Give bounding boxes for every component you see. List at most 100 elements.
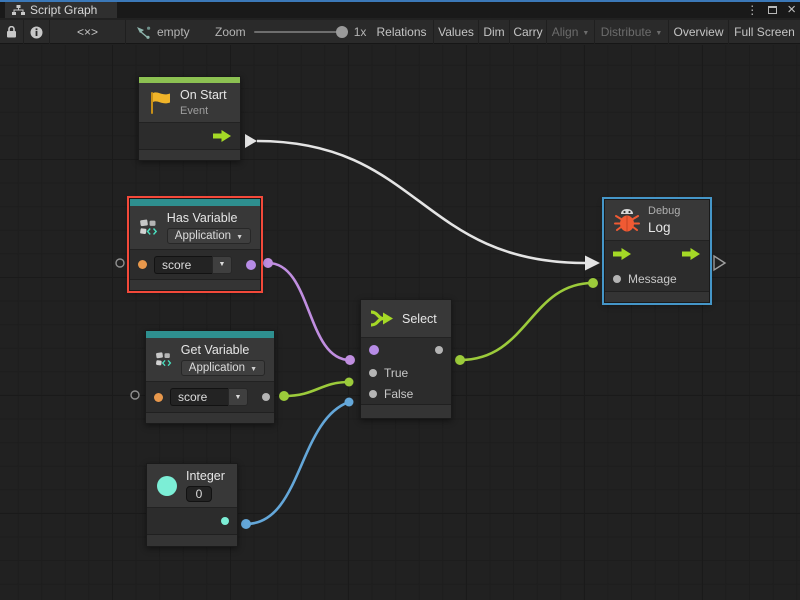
node-color-bar [130,199,260,206]
variable-name-field-group: score ▼ [170,388,248,406]
node-integer[interactable]: Integer 0 [146,463,238,547]
port-label: False [384,387,413,401]
brackets-icon: <×> [77,25,98,39]
result-output-port[interactable] [246,260,256,270]
false-input-port[interactable] [369,390,377,398]
close-icon[interactable]: × [787,3,796,17]
carry-label: Carry [513,25,542,39]
node-footer [139,149,240,160]
align-dropdown-icon: ▼ [582,30,589,37]
flow-input-port[interactable] [613,248,632,260]
overview-button[interactable]: Overview [669,20,729,44]
toolbar: <×> empty Zoom 1x Relations Values Dim [0,20,800,44]
flag-icon [148,90,172,116]
distribute-dropdown-icon: ▼ [655,30,662,37]
node-on-start[interactable]: On Start Event [138,76,241,161]
chevron-down-icon: ▼ [219,261,226,268]
distribute-label: Distribute [601,25,652,39]
zoom-control: Zoom 1x [215,20,366,44]
carry-button[interactable]: Carry [510,20,547,44]
selection-output-port[interactable] [435,346,443,354]
integer-icon [156,475,178,497]
node-title: Get Variable [181,343,265,357]
value-output-port[interactable] [262,393,270,401]
node-get-variable[interactable]: Get Variable Application ▼ score ▼ [145,330,275,424]
node-title: Integer [186,469,225,483]
variable-name-input[interactable]: score [154,256,212,274]
name-input-port[interactable] [138,260,147,269]
node-has-variable[interactable]: Has Variable Application ▼ score ▼ [129,198,261,291]
variable-scope-dropdown[interactable]: Application ▼ [181,360,265,376]
node-category: Debug [648,205,680,217]
node-color-bar [146,331,274,338]
tab-script-graph[interactable]: Script Graph [5,2,117,18]
dim-label: Dim [483,25,504,39]
info-icon [30,26,43,39]
chevron-down-icon: ▼ [236,234,243,241]
values-label: Values [438,25,474,39]
window-menu-icon[interactable]: ⋮ [746,2,758,18]
variable-name-input[interactable]: score [170,388,228,406]
node-footer [605,291,709,302]
tab-label: Script Graph [30,3,97,17]
titlebar: Script Graph ⋮ × [0,0,800,18]
node-subtitle: Event [180,105,227,117]
value-output-port[interactable] [221,517,229,525]
brackets-button[interactable]: <×> [50,20,126,44]
flow-output-port[interactable] [213,130,232,142]
bug-icon [614,208,640,233]
true-input-port[interactable] [369,369,377,377]
scope-value: Application [189,362,245,374]
script-graph-window: Script Graph ⋮ × <×> [0,0,800,600]
select-icon [370,309,394,328]
integer-value-input[interactable]: 0 [186,486,212,502]
node-footer [361,404,451,418]
dim-button[interactable]: Dim [479,20,510,44]
zoom-label: Zoom [215,25,246,39]
selection-summary: empty [136,20,190,44]
variable-scope-dropdown[interactable]: Application ▼ [167,228,251,244]
variables-icon [155,346,173,373]
variable-name-picker-button[interactable]: ▼ [212,256,232,274]
zoom-value: 1x [354,25,367,39]
chevron-down-icon: ▼ [235,394,242,401]
variables-icon [139,214,159,241]
overview-label: Overview [673,25,723,39]
zoom-slider-knob[interactable] [336,26,348,38]
relations-button[interactable]: Relations [370,20,434,44]
zoom-slider[interactable] [254,31,346,33]
align-label: Align [552,25,579,39]
lock-button[interactable] [0,20,24,44]
node-footer [146,412,274,423]
full-screen-label: Full Screen [734,25,795,39]
node-debug-log[interactable]: Debug Log Message [604,199,710,303]
message-input-port[interactable] [613,275,621,283]
distribute-button[interactable]: Distribute ▼ [595,20,669,44]
variable-name-field-group: score ▼ [154,256,232,274]
node-select[interactable]: Select True False [360,299,452,419]
node-title: Log [648,220,680,235]
full-screen-button[interactable]: Full Screen [729,20,800,44]
condition-input-port[interactable] [369,345,379,355]
chevron-down-icon: ▼ [250,366,257,373]
info-button[interactable] [24,20,50,44]
maximize-icon[interactable] [768,6,777,14]
flow-output-port[interactable] [682,248,701,260]
name-input-port[interactable] [154,393,163,402]
node-title: Has Variable [167,211,251,225]
node-footer [147,534,237,546]
scope-value: Application [175,230,231,242]
graph-icon [12,5,25,16]
variable-name-picker-button[interactable]: ▼ [228,388,248,406]
port-label: Message [628,272,677,286]
port-label: True [384,366,408,380]
selection-empty-label: empty [157,25,190,39]
lock-icon [6,26,17,38]
node-title: On Start [180,88,227,102]
node-title: Select [402,312,437,326]
relations-label: Relations [376,25,426,39]
node-footer [130,279,260,290]
align-button[interactable]: Align ▼ [547,20,595,44]
connection-pointer-icon [136,26,151,39]
values-button[interactable]: Values [434,20,479,44]
